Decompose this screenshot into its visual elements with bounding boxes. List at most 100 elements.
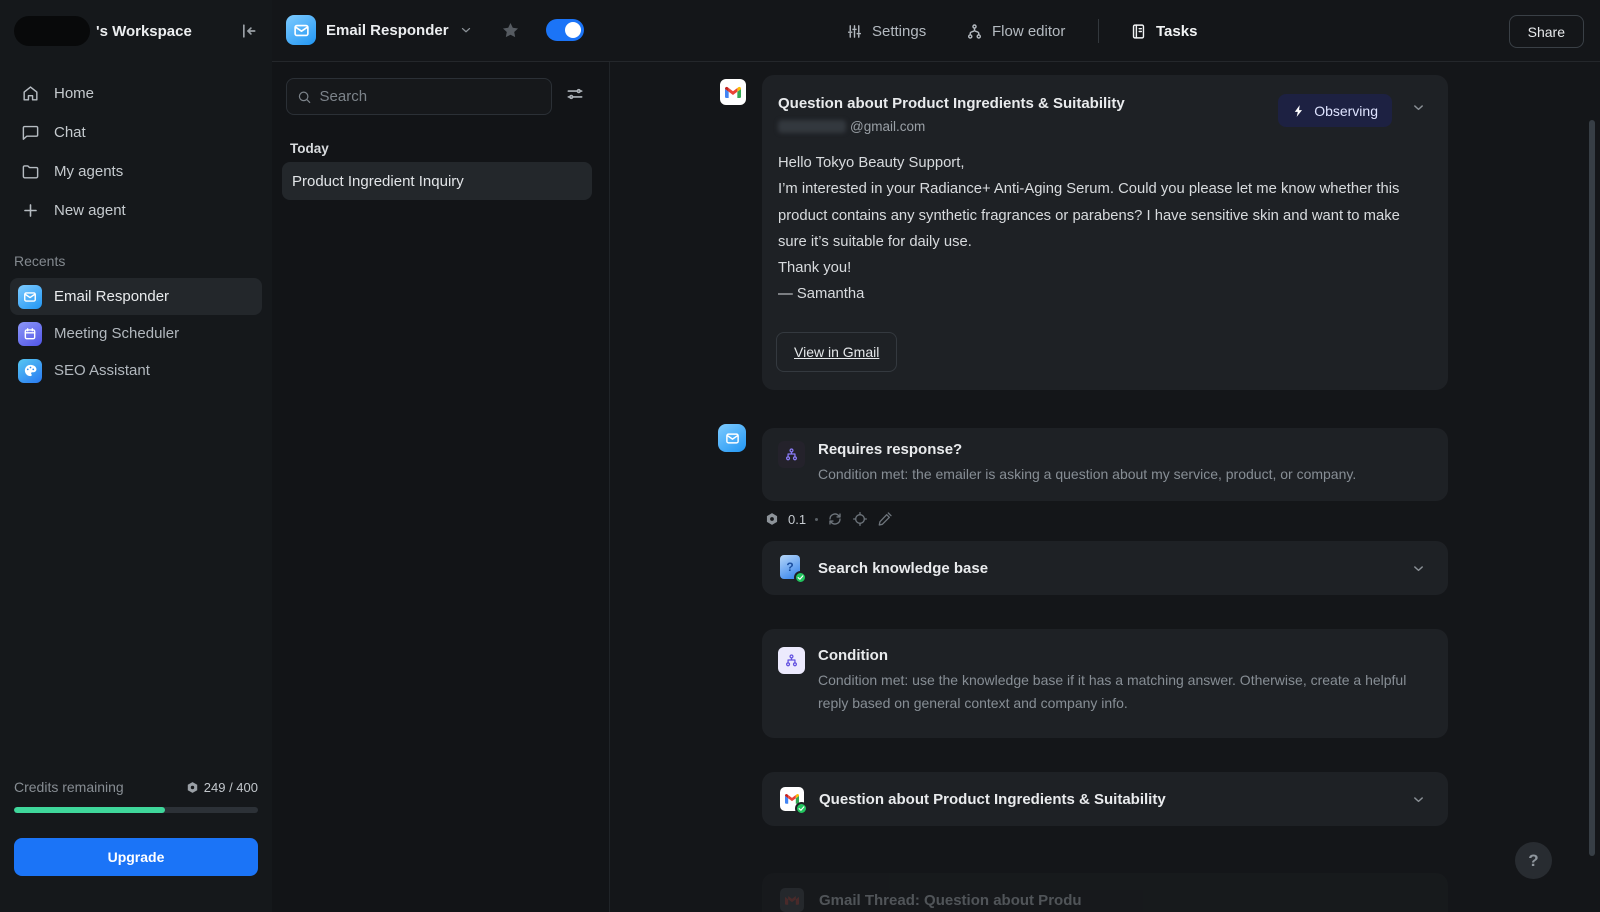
settings-sliders-icon — [846, 23, 863, 40]
topbar: Email Responder Settings Flow editor Tas… — [272, 0, 1600, 62]
workspace-header[interactable]: 's Workspace — [14, 14, 258, 48]
email-body-line: Hello Tokyo Beauty Support, — [778, 150, 1403, 176]
tab-label: Flow editor — [992, 23, 1065, 40]
rerun-icon[interactable] — [827, 511, 843, 527]
view-in-gmail-button[interactable]: View in Gmail — [776, 332, 897, 372]
tab-label: Settings — [872, 23, 926, 40]
search-icon — [297, 89, 312, 105]
step-description: Condition met: use the knowledge base if… — [818, 669, 1418, 715]
condition-icon — [778, 441, 805, 468]
dot-separator — [815, 518, 818, 521]
row-title: Gmail Thread: Question about Produ — [819, 892, 1082, 909]
sidebar-item-label: Chat — [54, 124, 86, 141]
check-badge-icon — [794, 571, 807, 584]
tab-flow-editor[interactable]: Flow editor — [966, 16, 1065, 46]
email-body-line: Thank you! — [778, 255, 1403, 281]
chevron-down-icon[interactable] — [1411, 561, 1426, 576]
credit-coin-icon — [186, 781, 199, 794]
sidebar-item-home[interactable]: Home — [10, 74, 262, 113]
credits-label: Credits remaining — [14, 779, 124, 795]
requires-response-card[interactable]: Requires response? Condition met: the em… — [762, 428, 1448, 501]
sender-redacted — [778, 120, 846, 133]
chevron-down-icon[interactable] — [1411, 100, 1426, 115]
sidebar-item-chat[interactable]: Chat — [10, 113, 262, 152]
email-body: Hello Tokyo Beauty Support, I’m interest… — [778, 150, 1403, 308]
task-group-heading: Today — [290, 141, 329, 156]
email-result-row[interactable]: Question about Product Ingredients & Sui… — [762, 772, 1448, 826]
sidebar-item-my-agents[interactable]: My agents — [10, 152, 262, 191]
chat-icon — [20, 123, 40, 143]
task-list-panel: Today Product Ingredient Inquiry — [272, 62, 610, 912]
workspace-name-suffix: 's Workspace — [96, 23, 238, 40]
row-title: Question about Product Ingredients & Sui… — [819, 791, 1166, 808]
sidebar: 's Workspace Home Chat My agents New age… — [0, 0, 272, 912]
credit-coin-icon — [765, 512, 779, 526]
help-button[interactable]: ? — [1515, 842, 1552, 879]
tab-tasks[interactable]: Tasks — [1130, 16, 1197, 46]
step-title: Requires response? — [818, 441, 1356, 458]
recents-heading: Recents — [14, 253, 65, 269]
status-label: Observing — [1314, 103, 1378, 119]
tab-settings[interactable]: Settings — [846, 16, 926, 46]
recent-agent-label: Meeting Scheduler — [54, 325, 179, 342]
sidebar-nav: Home Chat My agents New agent — [10, 74, 262, 230]
email-body-line: — Samantha — [778, 281, 1403, 307]
chevron-down-icon[interactable] — [1411, 792, 1426, 807]
task-list-item[interactable]: Product Ingredient Inquiry — [282, 162, 592, 200]
task-item-label: Product Ingredient Inquiry — [292, 173, 464, 190]
plus-icon — [20, 201, 40, 221]
workspace-name-redacted — [14, 16, 90, 46]
agent-enabled-toggle[interactable] — [546, 19, 584, 41]
recent-agent-email-responder[interactable]: Email Responder — [10, 278, 262, 315]
calendar-icon — [18, 322, 42, 346]
credits-value: 249 / 400 — [204, 780, 258, 795]
vertical-scrollbar[interactable] — [1589, 120, 1595, 856]
status-badge[interactable]: Observing — [1278, 94, 1392, 127]
filter-icon[interactable] — [565, 84, 585, 104]
tasks-journal-icon — [1130, 23, 1147, 40]
knowledge-base-row[interactable]: ? Search knowledge base — [762, 541, 1448, 595]
upgrade-button[interactable]: Upgrade — [14, 838, 258, 876]
condition-card[interactable]: Condition Condition met: use the knowled… — [762, 629, 1448, 738]
search-box — [286, 78, 552, 115]
recents-list: Email Responder Meeting Scheduler SEO As… — [10, 278, 262, 389]
star-favorite-icon[interactable] — [501, 21, 520, 40]
step-meta-row: 0.1 — [765, 511, 893, 527]
toggle-knob — [565, 22, 581, 38]
recent-agent-seo-assistant[interactable]: SEO Assistant — [10, 352, 262, 389]
recent-agent-meeting-scheduler[interactable]: Meeting Scheduler — [10, 315, 262, 352]
sidebar-item-label: Home — [54, 85, 94, 102]
share-button[interactable]: Share — [1509, 15, 1584, 48]
agent-title[interactable]: Email Responder — [326, 22, 449, 39]
lightning-icon — [1292, 104, 1306, 118]
sender-domain: @gmail.com — [850, 119, 925, 134]
topnav-divider — [1098, 19, 1099, 43]
target-icon[interactable] — [852, 511, 868, 527]
email-body-line: I’m interested in your Radiance+ Anti-Ag… — [778, 176, 1403, 255]
email-message-card: Question about Product Ingredients & Sui… — [762, 75, 1448, 390]
flow-editor-icon — [966, 23, 983, 40]
sidebar-item-label: My agents — [54, 163, 123, 180]
folder-icon — [20, 162, 40, 182]
chevron-down-icon[interactable] — [459, 23, 473, 37]
collapse-sidebar-icon[interactable] — [238, 21, 258, 41]
step-cost: 0.1 — [788, 512, 806, 527]
condition-icon — [778, 647, 805, 674]
agent-header: Email Responder — [286, 15, 584, 45]
tab-label: Tasks — [1156, 23, 1197, 40]
gmail-icon — [720, 79, 746, 105]
home-icon — [20, 84, 40, 104]
credits-row: Credits remaining 249 / 400 — [14, 779, 258, 795]
credits-progress-fill — [14, 807, 165, 813]
edit-pen-icon[interactable] — [877, 511, 893, 527]
credits-progress-bar — [14, 807, 258, 813]
sidebar-item-label: New agent — [54, 202, 126, 219]
search-input[interactable] — [320, 88, 541, 105]
sidebar-item-new-agent[interactable]: New agent — [10, 191, 262, 230]
task-detail-area: Question about Product Ingredients & Sui… — [610, 62, 1600, 912]
gmail-thread-row[interactable]: Gmail Thread: Question about Produ — [762, 873, 1448, 912]
step-description: Condition met: the emailer is asking a q… — [818, 463, 1356, 486]
palette-icon — [18, 359, 42, 383]
envelope-icon — [18, 285, 42, 309]
check-badge-icon — [795, 802, 808, 815]
